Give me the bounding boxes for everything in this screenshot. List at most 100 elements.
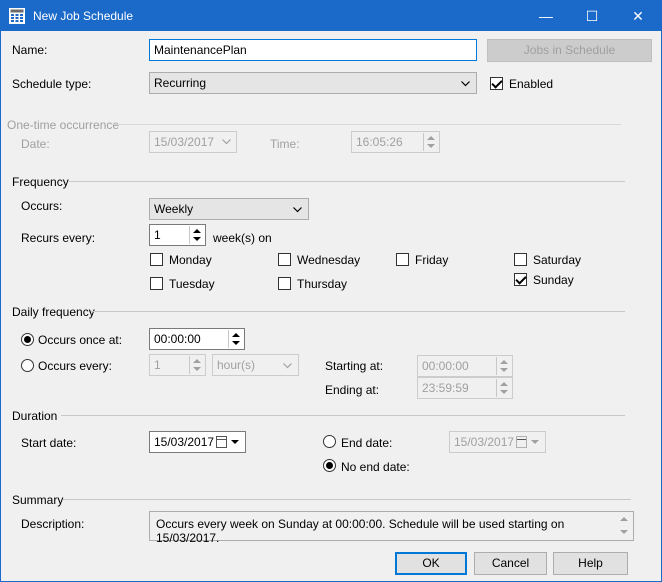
end-date-radio[interactable] (323, 435, 336, 448)
one-time-date-value: 15/03/2017 (154, 135, 215, 149)
day-label-thursday: Thursday (297, 277, 348, 291)
occurs-once-time-value: 00:00:00 (154, 332, 201, 346)
end-date-value: 15/03/2017 (454, 435, 515, 449)
start-date-picker[interactable]: 15/03/2017 (149, 431, 246, 453)
occurs-every-unit-select[interactable]: hour(s) (212, 354, 299, 376)
occurs-once-time-spinner[interactable]: 00:00:00 (149, 328, 245, 350)
occurs-every-unit-value: hour(s) (217, 358, 256, 372)
day-label-wednesday: Wednesday (297, 253, 361, 267)
day-checkbox-thursday[interactable] (278, 277, 291, 290)
enabled-checkbox[interactable] (490, 77, 503, 90)
spinner-arrows-icon[interactable] (189, 356, 204, 374)
occurs-every-radio[interactable] (21, 359, 34, 372)
ending-at-label: Ending at: (325, 383, 380, 397)
summary-section-title: Summary (12, 493, 64, 507)
occurs-value: Weekly (154, 202, 194, 216)
occurs-every-value: 1 (154, 358, 161, 372)
help-button[interactable]: Help (553, 552, 628, 575)
ending-at-value: 23:59:59 (422, 381, 469, 395)
daily-frequency-section-title: Daily frequency (12, 305, 95, 319)
chevron-down-icon (293, 207, 302, 213)
chevron-down-icon[interactable] (531, 440, 539, 444)
scroll-down-icon (620, 530, 628, 534)
starting-at-label: Starting at: (325, 359, 384, 373)
spinner-arrows-icon[interactable] (496, 357, 511, 375)
day-checkbox-sunday[interactable] (514, 273, 527, 286)
start-date-value: 15/03/2017 (154, 435, 215, 449)
day-label-sunday: Sunday (533, 273, 574, 287)
starting-at-value: 00:00:00 (422, 359, 469, 373)
close-icon: ✕ (632, 8, 644, 24)
new-job-schedule-dialog: New Job Schedule — ☐ ✕ Name: Maintenance… (0, 0, 662, 582)
date-label: Date: (21, 137, 50, 151)
description-label: Description: (21, 517, 85, 531)
name-input[interactable]: MaintenancePlan (149, 39, 477, 61)
spinner-arrows-icon[interactable] (496, 379, 511, 397)
day-label-monday: Monday (169, 253, 212, 267)
one-time-time-value: 16:05:26 (356, 135, 403, 149)
occurs-label: Occurs: (21, 199, 63, 213)
end-date-picker[interactable]: 15/03/2017 (449, 431, 546, 453)
spinner-arrows-icon[interactable] (423, 133, 438, 151)
occurs-every-label: Occurs every: (38, 359, 113, 373)
occurs-select[interactable]: Weekly (149, 198, 309, 220)
description-textarea[interactable]: Occurs every week on Sunday at 00:00:00.… (149, 511, 634, 545)
start-date-label: Start date: (21, 436, 77, 450)
chevron-down-icon[interactable] (231, 440, 239, 444)
day-checkbox-wednesday[interactable] (278, 253, 291, 266)
window-title: New Job Schedule (33, 9, 134, 23)
maximize-icon: ☐ (585, 8, 599, 24)
description-text: Occurs every week on Sunday at 00:00:00.… (156, 517, 565, 545)
title-bar[interactable]: New Job Schedule — ☐ ✕ (1, 1, 661, 31)
section-divider (111, 124, 621, 125)
recurs-unit-label: week(s) on (213, 231, 272, 245)
day-checkbox-friday[interactable] (396, 253, 409, 266)
day-checkbox-monday[interactable] (150, 253, 163, 266)
starting-at-spinner[interactable]: 00:00:00 (417, 355, 513, 377)
chevron-down-icon (222, 139, 231, 145)
day-checkbox-tuesday[interactable] (150, 277, 163, 290)
name-label: Name: (12, 43, 48, 57)
schedule-type-label: Schedule type: (12, 77, 92, 91)
spinner-arrows-icon[interactable] (228, 330, 243, 348)
frequency-section-title: Frequency (12, 175, 69, 189)
duration-section-title: Duration (12, 409, 58, 423)
schedule-type-select[interactable]: Recurring (149, 72, 477, 94)
ok-button[interactable]: OK (395, 552, 467, 575)
day-label-tuesday: Tuesday (169, 277, 215, 291)
occurs-once-radio[interactable] (21, 333, 34, 346)
scrollbar[interactable] (617, 513, 632, 539)
calendar-icon[interactable] (516, 436, 527, 448)
no-end-date-label: No end date: (341, 460, 410, 474)
one-time-section-title: One-time occurrence (7, 118, 120, 132)
no-end-date-radio[interactable] (323, 459, 336, 472)
chevron-down-icon (461, 81, 470, 87)
time-label: Time: (270, 137, 300, 151)
maximize-button[interactable]: ☐ (569, 1, 615, 31)
section-divider (69, 181, 625, 182)
occurs-every-spinner[interactable]: 1 (149, 354, 206, 376)
chevron-down-icon (283, 363, 292, 369)
jobs-in-schedule-button[interactable]: Jobs in Schedule (487, 39, 652, 62)
ending-at-spinner[interactable]: 23:59:59 (417, 377, 513, 399)
minimize-button[interactable]: — (523, 1, 569, 31)
occurs-once-label: Occurs once at: (38, 333, 123, 347)
day-checkbox-saturday[interactable] (514, 253, 527, 266)
end-date-label: End date: (341, 436, 393, 450)
spinner-arrows-icon[interactable] (189, 226, 204, 244)
one-time-date-picker[interactable]: 15/03/2017 (149, 131, 237, 153)
section-divider (91, 311, 625, 312)
scroll-up-icon (620, 517, 628, 521)
schedule-type-value: Recurring (154, 76, 207, 90)
one-time-time-spinner[interactable]: 16:05:26 (351, 131, 440, 153)
recurs-every-value: 1 (154, 228, 161, 242)
recurs-every-spinner[interactable]: 1 (149, 224, 206, 246)
cancel-button[interactable]: Cancel (474, 552, 547, 575)
section-divider (61, 415, 625, 416)
calendar-grid-icon (9, 8, 25, 24)
calendar-icon[interactable] (216, 436, 227, 448)
close-button[interactable]: ✕ (615, 1, 661, 31)
section-divider (63, 499, 631, 500)
recurs-every-label: Recurs every: (21, 231, 96, 245)
day-label-friday: Friday (415, 253, 449, 267)
